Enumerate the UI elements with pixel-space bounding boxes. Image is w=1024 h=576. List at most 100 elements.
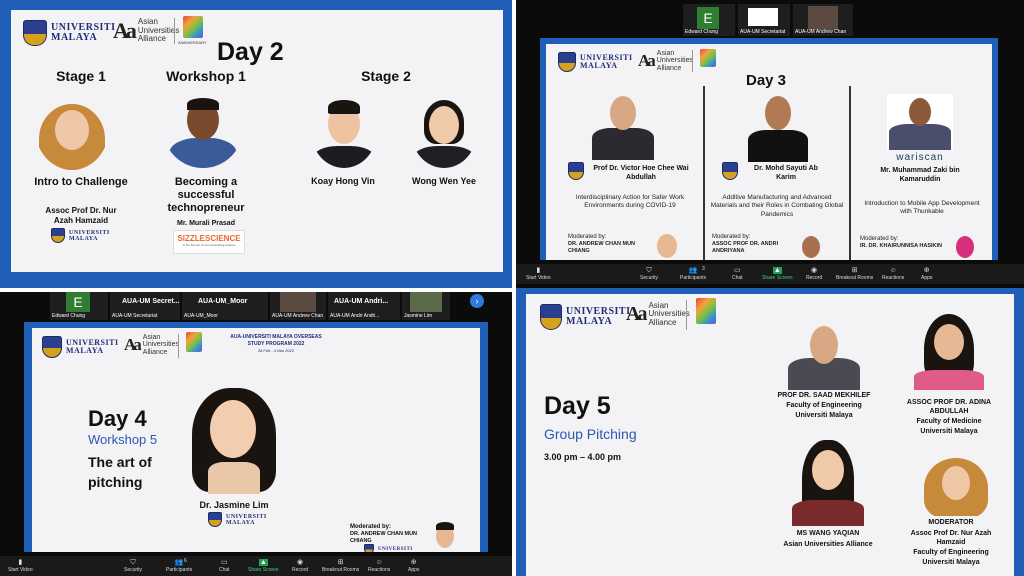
moderator-name: ASSOC PROF DR. ANDRI ANDRIYANA — [712, 241, 779, 254]
reactions-icon: ☺ — [889, 267, 897, 274]
reactions-button[interactable]: ☺ Reactions — [882, 267, 904, 281]
participants-icon: 👥 — [174, 559, 184, 566]
breakout-rooms-icon: ⊞ — [337, 559, 344, 566]
participant-tile[interactable]: AUA-UM Secret... AUA-UM Secretariat — [110, 292, 180, 320]
speaker-photo — [748, 92, 808, 162]
slide-day4: UNIVERSITI MALAYA Aa Asian Universities … — [32, 328, 480, 552]
um-crest-icon — [208, 512, 222, 527]
participants-icon: 👥 — [688, 267, 698, 274]
reactions-button[interactable]: ☺ Reactions — [368, 559, 390, 573]
participant-tile[interactable]: E Edward Chung — [50, 292, 108, 320]
um-logo: UNIVERSITI MALAYA — [540, 304, 636, 330]
apps-icon: ⊕ — [923, 267, 930, 274]
start-video-button[interactable]: ▮ Start Video — [526, 267, 551, 281]
record-icon: ◉ — [297, 559, 304, 566]
judge-name: ASSOC PROF DR. ADINA ABDULLAH — [906, 399, 992, 416]
slide-day5: UNIVERSITI MALAYA Aa Asian Universities … — [526, 294, 1014, 576]
moderator-photo — [430, 522, 460, 552]
share-screen-icon: ▲ — [258, 559, 268, 566]
shield-icon: ⛉ — [130, 559, 136, 566]
breakout-rooms-button[interactable]: ⊞ Breakout Rooms — [322, 559, 359, 573]
session-subtitle: Group Pitching — [544, 426, 637, 442]
aua-logo: Aa Asian Universities Alliance — [638, 50, 693, 72]
breakout-rooms-icon: ⊞ — [851, 267, 858, 274]
shared-logo — [748, 8, 778, 26]
aua-mark-icon: Aa — [638, 51, 656, 71]
speaker-name: Prof Dr. Victor Hoe Chee Wai Abdullah — [593, 165, 689, 182]
day-title: Day 5 — [544, 392, 611, 420]
next-page-button[interactable]: › — [470, 294, 484, 308]
reactions-icon: ☺ — [375, 559, 383, 566]
participant-avatar: E — [66, 292, 90, 312]
aua-logo: Aa Asian Universities Alliance — [124, 334, 179, 356]
slide-day3: UNIVERSITI MALAYA Aa Asian Universities … — [546, 44, 992, 260]
judge-name: MS WANG YAQIAN — [796, 530, 860, 537]
participant-tile[interactable]: AUA-UM_Moor AUA-UM_Moor — [182, 292, 268, 320]
moderator-role: MODERATOR — [928, 519, 974, 526]
breakout-rooms-button[interactable]: ⊞ Breakout Rooms — [836, 267, 873, 281]
security-button[interactable]: ⛉ Security — [640, 267, 658, 281]
um-crest-icon — [364, 544, 374, 552]
start-video-button[interactable]: ▮ Start Video — [8, 559, 33, 573]
share-screen-button[interactable]: ▲ Share Screen — [248, 559, 279, 573]
record-button[interactable]: ◉ Record — [806, 267, 822, 281]
chat-icon: ▭ — [733, 267, 741, 274]
panel-day2: UNIVERSITI MALAYA Aa Asian Universities … — [0, 0, 512, 288]
aua-logo: Aa Asian Universities Alliance — [113, 17, 180, 44]
um-logo-small: UNIVERSITI — [364, 544, 413, 552]
apps-button[interactable]: ⊕ Apps — [921, 267, 932, 281]
stage1-speaker: Assoc Prof Dr. Nur Azah Hamzaid — [45, 206, 117, 225]
video-off-icon: ▮ — [18, 559, 23, 566]
chat-button[interactable]: ▭ Chat — [219, 559, 230, 573]
record-button[interactable]: ◉ Record — [292, 559, 308, 573]
anniversary-logo-icon — [186, 332, 202, 352]
stage2-heading: Stage 2 — [361, 68, 411, 84]
session-time: 3.00 pm – 4.00 pm — [544, 452, 622, 462]
judge-photo — [788, 324, 860, 390]
speaker-name: Mr. Muhammad Zaki bin Kamaruddin — [880, 167, 960, 184]
participants-count: 6 — [184, 558, 187, 564]
speaker-photo — [182, 386, 286, 494]
panel-day5: UNIVERSITI MALAYA Aa Asian Universities … — [516, 288, 1024, 576]
um-crest-icon — [722, 162, 738, 180]
workshop1-speaker: Mr. Murali Prasad — [177, 220, 235, 227]
participant-tile[interactable]: AUA-UM Andri... AUA-UM Andri Andri... — [328, 292, 400, 320]
speaker-photo — [590, 92, 656, 160]
apps-button[interactable]: ⊕ Apps — [408, 559, 419, 573]
participant-tile[interactable]: E Edward Chung — [683, 4, 735, 36]
speaker-photo — [163, 88, 243, 168]
participant-tile[interactable]: Jasmine Lim — [402, 292, 450, 320]
participant-video — [280, 292, 316, 312]
judge-name: PROF DR. SAAD MEKHILEF — [777, 392, 871, 399]
aua-mark-icon: Aa — [113, 18, 137, 43]
stage1-heading: Stage 1 — [56, 68, 106, 84]
day-title: Day 4 — [88, 406, 147, 431]
share-screen-icon: ▲ — [772, 267, 782, 274]
speaker-photo — [887, 94, 953, 150]
meeting-toolbar: ▮ Start Video ⛉ Security 👥 Participants 3 ▭… — [516, 264, 1024, 284]
talk-topic: Additive Manufacturing and Advanced Mate… — [710, 194, 844, 218]
participant-tile[interactable]: AUA-UM Secretariat — [738, 4, 790, 36]
um-logo: UNIVERSITI MALAYA — [23, 20, 123, 46]
program-title: AUA-UNIVERSITI MALAYA OVERSEAS STUDY PRO… — [230, 334, 322, 347]
speaker-name: Dr. Mohd Sayuti Ab Karim — [754, 165, 818, 182]
session-title: The art of pitching — [88, 454, 152, 491]
participant-video — [410, 292, 442, 312]
chat-icon: ▭ — [220, 559, 228, 566]
participants-button[interactable]: 👥 Participants — [166, 559, 192, 573]
chat-button[interactable]: ▭ Chat — [732, 267, 743, 281]
um-logo: UNIVERSITI MALAYA — [42, 336, 128, 358]
share-screen-button[interactable]: ▲ Share Screen — [762, 267, 793, 281]
workshop1-title: Becoming a successful technopreneur — [167, 176, 245, 215]
panel-day4: E Edward Chung AUA-UM Secret... AUA-UM S… — [0, 292, 512, 576]
participants-count: 3 — [702, 266, 705, 272]
meeting-toolbar: ▮ Start Video ⛉ Security 👥 Participants 6 ▭… — [0, 556, 512, 576]
video-off-icon: ▮ — [536, 267, 541, 274]
um-crest-icon — [42, 336, 62, 358]
participant-video — [808, 6, 838, 30]
security-button[interactable]: ⛉ Security — [124, 559, 142, 573]
day-title: Day 3 — [746, 72, 787, 89]
stage2-speaker-b: Wong Wen Yee — [411, 176, 476, 186]
participant-tile[interactable]: AUA-UM Andrew Chan — [270, 292, 326, 320]
participant-tile[interactable]: AUA-UM Andrew Chan — [793, 4, 853, 36]
